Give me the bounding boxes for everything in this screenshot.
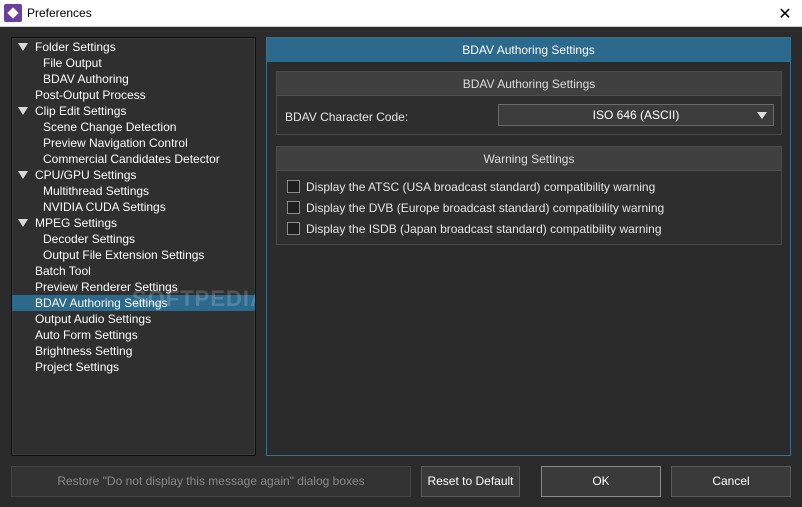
tree-item-scene-change-detection[interactable]: Scene Change Detection bbox=[12, 119, 255, 135]
tree-item-bdav-authoring-settings[interactable]: BDAV Authoring Settings bbox=[12, 295, 255, 311]
isdb-warning-checkbox-row[interactable]: Display the ISDB (Japan broadcast standa… bbox=[287, 221, 662, 237]
dvb-warning-checkbox[interactable] bbox=[287, 201, 300, 214]
warning-settings-group: Warning Settings Display the ATSC (USA b… bbox=[276, 146, 782, 245]
tree-item-clip-edit-settings[interactable]: Clip Edit Settings bbox=[12, 103, 255, 119]
tree-item-label: Preview Renderer Settings bbox=[35, 280, 178, 294]
tree-item-label: Decoder Settings bbox=[43, 232, 136, 246]
app-icon bbox=[4, 4, 22, 22]
tree-item-label: Auto Form Settings bbox=[35, 328, 138, 342]
tree-item-file-output[interactable]: File Output bbox=[12, 55, 255, 71]
restore-dialogs-button[interactable]: Restore "Do not display this message aga… bbox=[11, 466, 411, 497]
tree-item-project-settings[interactable]: Project Settings bbox=[12, 359, 255, 375]
tree-item-preview-renderer-settings[interactable]: Preview Renderer Settings bbox=[12, 279, 255, 295]
tree-item-label: Output File Extension Settings bbox=[43, 248, 205, 262]
atsc-warning-checkbox[interactable] bbox=[287, 180, 300, 193]
expand-arrow-icon[interactable] bbox=[18, 219, 28, 227]
tree-item-mpeg-settings[interactable]: MPEG Settings bbox=[12, 215, 255, 231]
tree-item-decoder-settings[interactable]: Decoder Settings bbox=[12, 231, 255, 247]
group-title: Warning Settings bbox=[277, 147, 781, 171]
tree-item-nvidia-cuda-settings[interactable]: NVIDIA CUDA Settings bbox=[12, 199, 255, 215]
window-title: Preferences bbox=[27, 6, 92, 20]
cancel-button[interactable]: Cancel bbox=[671, 466, 791, 497]
tree-item-post-output-process[interactable]: Post-Output Process bbox=[12, 87, 255, 103]
tree-item-output-file-extension-settings[interactable]: Output File Extension Settings bbox=[12, 247, 255, 263]
tree-item-label: Batch Tool bbox=[35, 264, 91, 278]
tree-item-label: Folder Settings bbox=[35, 40, 116, 54]
close-icon[interactable]: ✕ bbox=[768, 0, 802, 27]
tree-item-label: NVIDIA CUDA Settings bbox=[43, 200, 166, 214]
dropdown-arrow-icon[interactable] bbox=[757, 112, 767, 119]
tree-item-folder-settings[interactable]: Folder Settings bbox=[12, 39, 255, 55]
character-code-select[interactable]: ISO 646 (ASCII) bbox=[498, 104, 774, 126]
atsc-warning-checkbox-row[interactable]: Display the ATSC (USA broadcast standard… bbox=[287, 179, 655, 195]
ok-button[interactable]: OK bbox=[541, 466, 661, 497]
isdb-warning-checkbox[interactable] bbox=[287, 222, 300, 235]
tree-item-label: MPEG Settings bbox=[35, 216, 118, 230]
tree-item-auto-form-settings[interactable]: Auto Form Settings bbox=[12, 327, 255, 343]
title-bar: Preferences ✕ bbox=[0, 0, 802, 27]
tree-item-label: Brightness Setting bbox=[35, 344, 133, 358]
reset-to-default-button[interactable]: Reset to Default bbox=[421, 466, 520, 497]
tree-item-output-audio-settings[interactable]: Output Audio Settings bbox=[12, 311, 255, 327]
tree-item-batch-tool[interactable]: Batch Tool bbox=[12, 263, 255, 279]
tree-item-label: Preview Navigation Control bbox=[43, 136, 188, 150]
tree-item-label: Commercial Candidates Detector bbox=[43, 152, 220, 166]
tree-item-label: File Output bbox=[43, 56, 102, 70]
checkbox-label: Display the ISDB (Japan broadcast standa… bbox=[306, 222, 662, 236]
settings-tree: Folder Settings File Output BDAV Authori… bbox=[11, 37, 256, 456]
bdav-authoring-group: BDAV Authoring Settings BDAV Character C… bbox=[276, 71, 782, 135]
settings-panel: BDAV Authoring Settings BDAV Authoring S… bbox=[266, 37, 791, 456]
expand-arrow-icon[interactable] bbox=[18, 107, 28, 115]
group-title: BDAV Authoring Settings bbox=[277, 72, 781, 96]
tree-item-bdav-authoring[interactable]: BDAV Authoring bbox=[12, 71, 255, 87]
tree-item-label: Clip Edit Settings bbox=[35, 104, 127, 118]
tree-item-label: Output Audio Settings bbox=[35, 312, 152, 326]
tree-item-preview-navigation-control[interactable]: Preview Navigation Control bbox=[12, 135, 255, 151]
expand-arrow-icon[interactable] bbox=[18, 43, 28, 51]
tree-item-label: BDAV Authoring Settings bbox=[35, 296, 168, 310]
tree-item-label: CPU/GPU Settings bbox=[35, 168, 137, 182]
dvb-warning-checkbox-row[interactable]: Display the DVB (Europe broadcast standa… bbox=[287, 200, 664, 216]
tree-item-commercial-candidates-detector[interactable]: Commercial Candidates Detector bbox=[12, 151, 255, 167]
tree-item-label: BDAV Authoring bbox=[43, 72, 129, 86]
character-code-label: BDAV Character Code: bbox=[285, 110, 409, 124]
tree-item-label: Scene Change Detection bbox=[43, 120, 177, 134]
checkbox-label: Display the DVB (Europe broadcast standa… bbox=[306, 201, 665, 215]
tree-item-label: Post-Output Process bbox=[35, 88, 146, 102]
tree-item-multithread-settings[interactable]: Multithread Settings bbox=[12, 183, 255, 199]
checkbox-label: Display the ATSC (USA broadcast standard… bbox=[306, 180, 656, 194]
character-code-value: ISO 646 (ASCII) bbox=[592, 108, 680, 122]
tree-item-label: Project Settings bbox=[35, 360, 120, 374]
tree-item-label: Multithread Settings bbox=[43, 184, 150, 198]
panel-title: BDAV Authoring Settings bbox=[267, 38, 790, 62]
expand-arrow-icon[interactable] bbox=[18, 171, 28, 179]
tree-item-cpu-gpu-settings[interactable]: CPU/GPU Settings bbox=[12, 167, 255, 183]
tree-item-brightness-setting[interactable]: Brightness Setting bbox=[12, 343, 255, 359]
